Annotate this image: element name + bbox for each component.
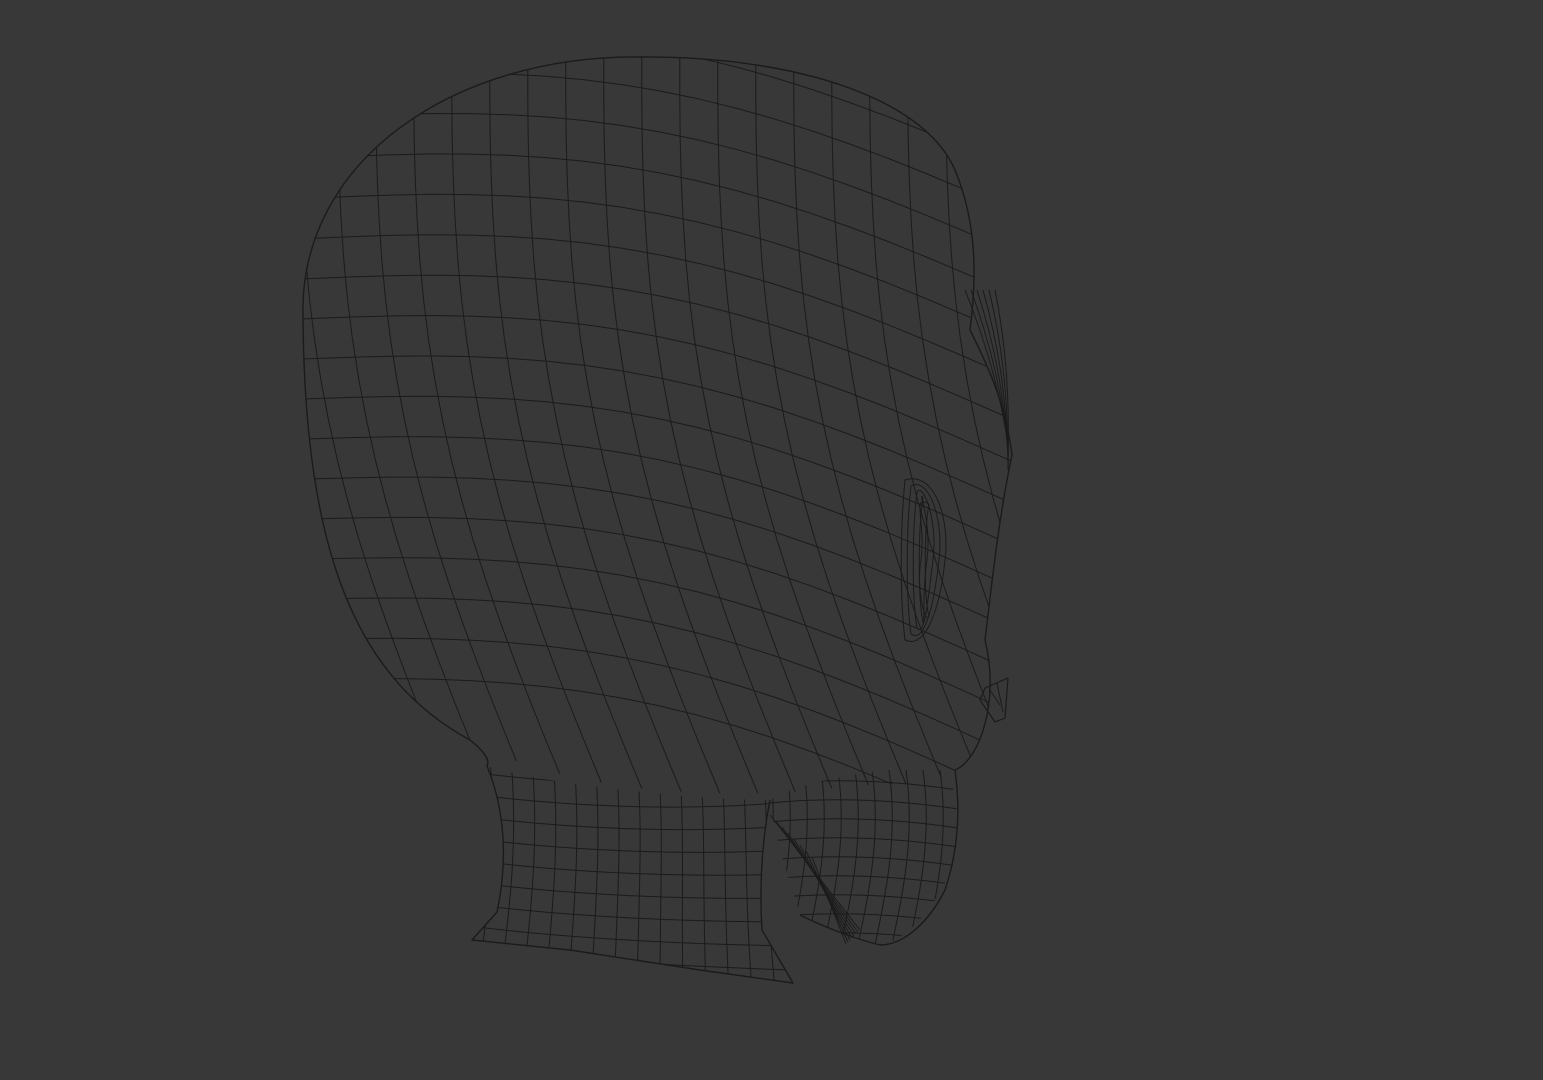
- jaw-edge-loop: [771, 769, 791, 945]
- cranium-edge-ring: [302, 56, 352, 794]
- jaw-shadow-edge: [811, 856, 847, 945]
- cranium-edge-loop: [302, 315, 1012, 475]
- chin-tip-edge: [989, 682, 1004, 713]
- neck-edge-ring: [472, 903, 791, 923]
- cranium-edge-loop: [302, 355, 1012, 517]
- jaw-edge-ring: [770, 856, 958, 868]
- jaw-edge-loop: [924, 769, 944, 945]
- cranium-edge-ring: [0, 20, 161, 820]
- neck-edge-loop: [544, 766, 557, 983]
- cranium-edge-ring: [0, 20, 47, 820]
- neck-edge-loop: [498, 766, 515, 983]
- neck-edge-ring: [472, 793, 791, 808]
- cranium-edge-ring: [0, 20, 9, 820]
- neck-edge-loop: [657, 766, 662, 983]
- cranium-edge-ring: [337, 56, 504, 794]
- jaw-edge-loop: [770, 769, 774, 945]
- jaw-edge-loop: [822, 769, 842, 945]
- jaw-mesh: [770, 769, 958, 945]
- neck-outline: [302, 317, 794, 984]
- neck-edge-loop: [613, 766, 620, 983]
- neck-edge-loop: [590, 766, 599, 983]
- cranium-edge-ring: [302, 56, 466, 794]
- neck-edge-loop: [475, 766, 494, 983]
- cranium-edge-ring: [302, 56, 428, 794]
- cranium-edge-ring: [565, 56, 732, 794]
- cranium-edge-ring: [717, 56, 884, 794]
- cranium-edge-loop: [302, 56, 1012, 181]
- cranium-edge-loop: [302, 113, 1012, 265]
- cranium-edge-ring: [679, 56, 846, 794]
- jaw-edge-loop: [805, 769, 825, 945]
- neck-edge-ring: [472, 925, 791, 947]
- cranium-edge-loop: [302, 637, 1012, 794]
- cranium-edge-ring: [413, 56, 580, 794]
- head-outline: [302, 56, 1013, 771]
- wireframe-render: [0, 0, 1040, 984]
- jaw-edge-ring: [770, 932, 958, 944]
- cranium-edge-ring: [34, 20, 199, 820]
- cranium-edge-ring: [0, 20, 123, 820]
- neck-edge-ring: [472, 859, 791, 876]
- cranium-edge-loop: [280, 0, 1040, 54]
- jaw-edge-ring: [770, 894, 958, 906]
- cranium-edge-ring: [831, 56, 998, 794]
- cranium-edge-ring: [302, 56, 390, 794]
- cranium-edge-loop: [302, 476, 1012, 643]
- cranium-edge-ring: [72, 20, 237, 820]
- cranium-edge-ring: [110, 20, 275, 820]
- cranium-edge-loop: [280, 0, 1040, 12]
- cranium-edge-ring: [302, 56, 314, 794]
- neck-edge-loop: [567, 766, 578, 983]
- cranium-edge-ring: [945, 56, 1012, 794]
- jaw-edge-ring: [770, 799, 958, 811]
- neck-edge-loop: [636, 766, 641, 983]
- cranium-edge-ring: [0, 20, 85, 820]
- cranium-edge-ring: [527, 56, 694, 794]
- neck-edge-ring: [472, 969, 791, 983]
- cranium-edge-loop: [302, 193, 1012, 349]
- jaw-edge-ring: [770, 875, 958, 887]
- cranium-edge-loop: [302, 153, 1012, 307]
- neck-edge-loop: [762, 766, 776, 983]
- neck-edge-ring: [472, 837, 791, 853]
- cranium-edge-loop: [302, 234, 1012, 391]
- jaw-edge-loop: [873, 769, 893, 945]
- 3d-viewport[interactable]: [0, 0, 1543, 1080]
- jaw-edge-loop: [856, 769, 876, 945]
- cranium-edge-ring: [869, 56, 1012, 794]
- neck-edge-ring: [472, 815, 791, 831]
- cranium-edge-ring: [603, 56, 770, 794]
- cranium-mesh: [0, 0, 1040, 820]
- cranium-edge-loop: [302, 56, 1012, 139]
- cranium-edge-ring: [375, 56, 542, 794]
- jaw-edge-ring: [770, 818, 958, 830]
- cranium-edge-ring: [907, 56, 1012, 794]
- neck-edge-loop: [521, 766, 536, 983]
- cranium-edge-ring: [451, 56, 618, 794]
- cranium-edge-loop: [302, 72, 1012, 223]
- neck-edge-ring: [472, 771, 791, 786]
- cranium-edge-loop: [302, 56, 1012, 97]
- neck-edge-ring: [472, 881, 791, 899]
